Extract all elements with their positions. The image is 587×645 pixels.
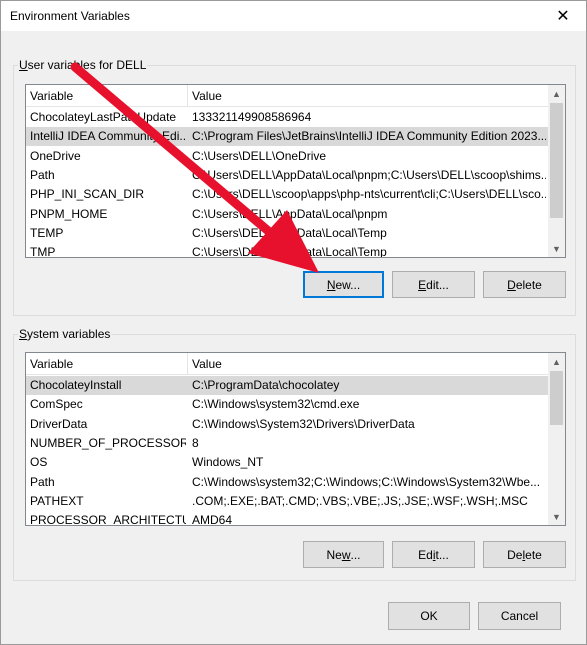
user-variables-label: User variables for DELL	[18, 58, 148, 72]
table-row[interactable]: TEMP C:\Users\DELL\AppData\Local\Temp	[26, 224, 548, 243]
variable-cell: PATHEXT	[30, 493, 84, 508]
column-header-variable[interactable]: Variable	[26, 85, 186, 107]
table-row[interactable]: ComSpec C:\Windows\system32\cmd.exe	[26, 395, 548, 414]
table-row[interactable]: NUMBER_OF_PROCESSORS 8	[26, 434, 548, 453]
value-cell: 133321149908586964	[192, 110, 312, 124]
variable-cell: IntelliJ IDEA Community Edi...	[30, 129, 186, 144]
user-edit-button[interactable]: Edit...	[392, 271, 475, 298]
table-row[interactable]: Path C:\Windows\system32;C:\Windows;C:\Wi…	[26, 473, 548, 492]
variable-cell: ChocolateyLastPathUpdate	[30, 110, 177, 124]
scroll-down-icon[interactable]: ▼	[548, 240, 565, 257]
system-variables-label: System variables	[18, 327, 112, 341]
variable-cell: TEMP	[30, 225, 64, 240]
variable-cell: TMP	[30, 245, 56, 258]
column-header-value[interactable]: Value	[188, 85, 548, 107]
variable-cell: PHP_INI_SCAN_DIR	[30, 187, 145, 202]
value-cell: C:\Users\DELL\AppData\Local\Temp	[192, 245, 387, 258]
table-row[interactable]: Path C:\Users\DELL\AppData\Local\pnpm;C:\…	[26, 166, 548, 185]
column-header-variable[interactable]: Variable	[26, 353, 186, 375]
ok-button[interactable]: OK	[388, 602, 470, 630]
value-cell: C:\Users\DELL\AppData\Local\pnpm;C:\User…	[192, 167, 546, 182]
variable-cell: PNPM_HOME	[30, 206, 108, 221]
variable-cell: OS	[30, 455, 48, 470]
value-cell: Windows_NT	[192, 455, 264, 470]
scroll-thumb[interactable]	[550, 103, 563, 218]
variable-cell: DriverData	[30, 416, 88, 431]
system-list-header: Variable Value	[26, 353, 565, 375]
value-cell: 8	[192, 435, 199, 450]
system-variables-list[interactable]: Variable Value ChocolateyInstall C:\Progr…	[25, 352, 566, 526]
cancel-button[interactable]: Cancel	[478, 602, 561, 630]
variable-cell: OneDrive	[30, 148, 81, 163]
variable-cell: Path	[30, 474, 55, 489]
table-row[interactable]: PATHEXT .COM;.EXE;.BAT;.CMD;.VBS;.VBE;.JS…	[26, 492, 548, 511]
value-cell: C:\Windows\System32\Drivers\DriverData	[192, 416, 415, 431]
system-edit-button[interactable]: Ed i t...	[392, 541, 475, 568]
value-cell: C:\Users\DELL\AppData\Local\Temp	[192, 225, 387, 240]
value-cell: C:\Users\DELL\scoop\apps\php-nts\current…	[192, 187, 546, 202]
variable-cell: ChocolateyInstall	[30, 378, 122, 392]
table-row[interactable]: OS Windows_NT	[26, 453, 548, 472]
table-row[interactable]: PHP_INI_SCAN_DIR C:\Users\DELL\scoop\apps…	[26, 185, 548, 204]
user-list-header: Variable Value	[26, 85, 565, 107]
value-cell: C:\ProgramData\chocolatey	[192, 378, 340, 392]
table-row[interactable]: OneDrive C:\Users\DELL\OneDrive	[26, 147, 548, 166]
table-row[interactable]: DriverData C:\Windows\System32\Drivers\Dr…	[26, 415, 548, 434]
value-cell: .COM;.EXE;.BAT;.CMD;.VBS;.VBE;.JS;.JSE;.…	[192, 493, 528, 508]
variable-cell: PROCESSOR_ARCHITECTURE	[30, 513, 186, 526]
variable-cell: Path	[30, 167, 55, 182]
variable-cell: NUMBER_OF_PROCESSORS	[30, 435, 186, 450]
user-delete-button[interactable]: Delete	[483, 271, 566, 298]
variable-cell: ComSpec	[30, 397, 83, 412]
system-new-button[interactable]: Ne w...	[303, 541, 384, 568]
value-cell: C:\Windows\system32\cmd.exe	[192, 397, 360, 412]
title-bar: Environment Variables ✕	[1, 1, 586, 31]
table-row[interactable]: ChocolateyInstall C:\ProgramData\chocolat…	[26, 376, 548, 395]
system-list-scrollbar[interactable]: ▲ ▼	[548, 353, 565, 525]
scroll-thumb[interactable]	[550, 371, 563, 425]
window-title: Environment Variables	[10, 9, 130, 23]
value-cell: C:\Windows\system32;C:\Windows;C:\Window…	[192, 474, 541, 489]
value-cell: AMD64	[192, 513, 233, 526]
system-delete-button[interactable]: De l ete	[483, 541, 566, 568]
table-row[interactable]: PNPM_HOME C:\Users\DELL\AppData\Local\pnp…	[26, 205, 548, 224]
close-icon: ✕	[556, 8, 570, 25]
table-row[interactable]: PROCESSOR_ARCHITECTURE AMD64	[26, 511, 548, 526]
user-variables-list[interactable]: Variable Value ChocolateyLastPathUpdate 1…	[25, 84, 566, 258]
user-new-button[interactable]: New...	[303, 271, 384, 298]
table-row[interactable]: TMP C:\Users\DELL\AppData\Local\Temp	[26, 243, 548, 258]
value-cell: C:\Users\DELL\OneDrive	[192, 148, 327, 163]
user-list-scrollbar[interactable]: ▲ ▼	[548, 85, 565, 257]
column-header-value[interactable]: Value	[188, 353, 548, 375]
scroll-down-icon[interactable]: ▼	[548, 508, 565, 525]
value-cell: C:\Program Files\JetBrains\IntelliJ IDEA…	[192, 129, 546, 144]
close-button[interactable]: ✕	[540, 1, 586, 31]
table-row[interactable]: ChocolateyLastPathUpdate 1333211499085869…	[26, 108, 548, 127]
environment-variables-dialog: Environment Variables ✕ User variables f…	[0, 0, 587, 645]
scroll-up-icon[interactable]: ▲	[548, 353, 565, 370]
table-row[interactable]: IntelliJ IDEA Community Edi... C:\Program…	[26, 127, 548, 147]
value-cell: C:\Users\DELL\AppData\Local\pnpm	[192, 206, 388, 221]
scroll-up-icon[interactable]: ▲	[548, 85, 565, 102]
